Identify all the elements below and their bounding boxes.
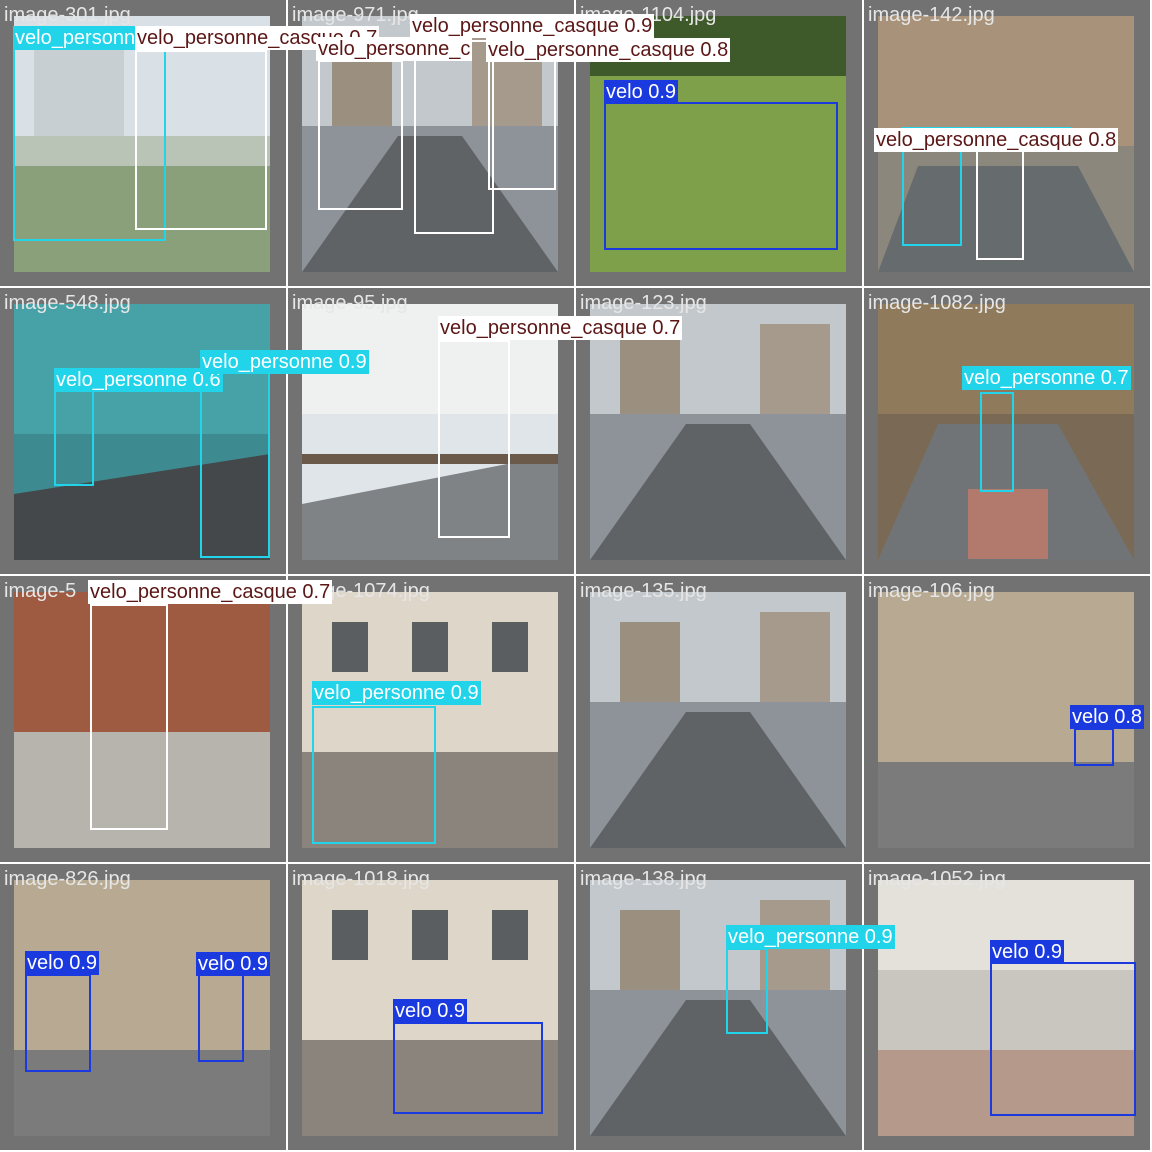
detection-label: velo_personne 0.9 — [200, 350, 369, 374]
detection-label: velo_personne_casque 0.9 — [410, 14, 655, 38]
photo — [590, 304, 846, 560]
detection-label: velo_personne_casque 0.7 — [88, 580, 333, 604]
image-tile: image-95.jpg velo_personne_casque 0.7 — [288, 288, 683, 574]
image-tile: image-1052.jpg velo 0.9 — [864, 864, 1150, 1150]
detection-box — [318, 60, 403, 210]
photo — [590, 592, 846, 848]
image-tile: image-5 velo_personne_casque 0.7 — [0, 576, 333, 862]
detection-box — [54, 378, 94, 486]
photo — [302, 304, 558, 560]
image-tile: image-138.jpg velo_personne 0.9 — [576, 864, 895, 1150]
detection-box — [90, 604, 168, 830]
detection-label: velo_personne_casque 0.8 — [874, 128, 1119, 152]
detection-label: velo_personne_casque 0.8 — [486, 38, 731, 62]
detection-box — [25, 974, 91, 1072]
detection-box — [438, 340, 510, 538]
detection-box — [414, 40, 494, 234]
image-tile: image-1082.jpg velo_personne 0.7 — [864, 288, 1150, 574]
detection-label: velo 0.8 — [1070, 705, 1145, 729]
detection-label: velo 0.9 — [393, 999, 468, 1023]
detection-box — [393, 1022, 543, 1114]
detection-box — [976, 150, 1024, 260]
image-tile: image-971.jpg velo_personne_c velo_personn… — [288, 0, 731, 286]
detection-label: velo 0.9 — [25, 951, 100, 975]
detection-label: velo_personne 0.9 — [312, 681, 481, 705]
detection-label: velo_personne 0.7 — [962, 366, 1131, 390]
detection-label: velo_personne 0.9 — [726, 925, 895, 949]
image-tile: image-135.jpg — [576, 576, 862, 862]
detection-box — [604, 102, 838, 250]
photo — [590, 880, 846, 1136]
image-tile: image-1074.jpg velo_personne 0.9 — [288, 576, 574, 862]
detection-label: velo_personne — [13, 26, 149, 50]
image-tile: image-826.jpg velo 0.9 velo 0.9 — [0, 864, 286, 1150]
image-tile: image-548.jpg velo_personne 0.6 velo_perso… — [0, 288, 369, 574]
detection-box — [980, 392, 1014, 492]
detection-box — [312, 706, 436, 844]
detection-box — [902, 150, 962, 246]
detection-box — [726, 948, 768, 1034]
image-tile: image-1018.jpg velo 0.9 — [288, 864, 574, 1150]
image-tile: image-106.jpg velo 0.8 — [864, 576, 1150, 862]
detection-label: velo 0.9 — [990, 940, 1065, 964]
detection-label: velo_personne_casque 0.7 — [438, 316, 683, 340]
detection-label: velo_personne_c — [316, 37, 473, 61]
detection-label: velo 0.9 — [196, 952, 271, 976]
detection-results-grid: image-301.jpg velo_personne velo_personne_… — [0, 0, 1152, 1152]
detection-box — [990, 962, 1136, 1116]
detection-box — [198, 974, 244, 1062]
detection-label: velo 0.9 — [604, 80, 679, 104]
detection-label: velo_personne 0.6 — [54, 368, 223, 392]
image-tile: image-301.jpg velo_personne velo_personne_… — [0, 0, 380, 286]
detection-box — [488, 40, 556, 190]
image-tile: image-142.jpgvelo_personne 0.7velo_perso… — [864, 0, 1150, 286]
detection-box — [1074, 728, 1114, 766]
detection-box — [135, 50, 267, 230]
